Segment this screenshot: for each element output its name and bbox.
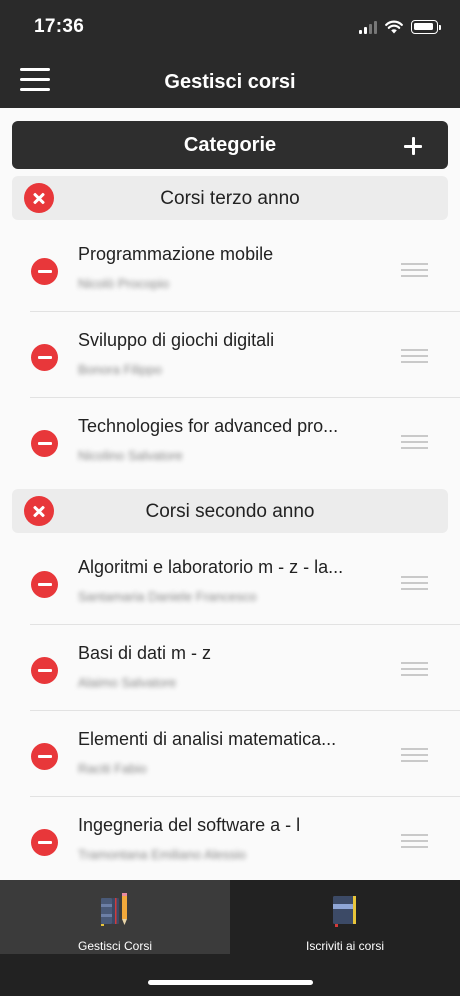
navigation-bar: Gestisci corsi	[0, 56, 460, 108]
course-row[interactable]: Technologies for advanced pro... Nicolin…	[0, 398, 460, 484]
tab-label: Gestisci Corsi	[77, 939, 152, 953]
course-row[interactable]: Basi di dati m - z Alaimo Salvatore	[0, 625, 460, 711]
drag-handle-icon[interactable]	[401, 662, 428, 676]
remove-course-icon[interactable]	[31, 430, 58, 457]
section-title: Corsi terzo anno	[160, 188, 300, 209]
course-management-list[interactable]: Categorie Corsi terzo anno Programmazion…	[0, 108, 460, 880]
remove-course-icon[interactable]	[31, 829, 58, 856]
course-teacher: Nicolino Salvatore	[78, 448, 183, 463]
course-name: Ingegneria del software a - l	[78, 815, 301, 835]
course-teacher: Santamaria Daniele Francesco	[78, 589, 257, 604]
add-category-icon[interactable]	[404, 137, 422, 155]
drag-handle-icon[interactable]	[401, 748, 428, 762]
section-header-secondo-anno: Corsi secondo anno	[12, 489, 448, 533]
course-teacher: Nicolò Procopio	[78, 276, 170, 291]
course-name: Sviluppo di giochi digitali	[78, 330, 275, 350]
course-row[interactable]: Algoritmi e laboratorio m - z - la... Sa…	[0, 539, 460, 625]
course-name: Programmazione mobile	[78, 244, 274, 264]
section-header-terzo-anno: Corsi terzo anno	[12, 176, 448, 220]
drag-handle-icon[interactable]	[401, 834, 428, 848]
drag-handle-icon[interactable]	[401, 435, 428, 449]
books-pencil-icon	[101, 893, 127, 926]
tab-gestisci-corsi[interactable]: Gestisci Corsi	[0, 880, 230, 954]
status-time: 17:36	[34, 16, 85, 37]
course-row[interactable]: Elementi di analisi matematica... Raciti…	[0, 711, 460, 797]
remove-course-icon[interactable]	[31, 258, 58, 285]
wifi-icon	[385, 20, 403, 34]
status-bar: 17:36	[0, 0, 460, 56]
course-row[interactable]: Sviluppo di giochi digitali Bonora Filip…	[0, 312, 460, 398]
course-teacher: Bonora Filippo	[78, 362, 162, 377]
course-teacher: Alaimo Salvatore	[78, 675, 177, 690]
section-title: Corsi secondo anno	[145, 501, 315, 522]
remove-course-icon[interactable]	[31, 657, 58, 684]
remove-course-icon[interactable]	[31, 743, 58, 770]
course-name: Elementi di analisi matematica...	[78, 729, 337, 749]
course-teacher: Raciti Fabio	[78, 761, 147, 776]
categories-header: Categorie	[12, 121, 448, 169]
status-icons	[359, 20, 441, 34]
page-title: Gestisci corsi	[164, 71, 296, 93]
tab-iscriviti-ai-corsi[interactable]: Iscriviti ai corsi	[230, 880, 460, 954]
drag-handle-icon[interactable]	[401, 263, 428, 277]
course-row[interactable]: Ingegneria del software a - l Tramontana…	[0, 797, 460, 880]
course-teacher: Tramontana Emiliano Alessio	[78, 847, 246, 862]
notebook-icon	[333, 896, 356, 927]
battery-icon	[411, 20, 441, 34]
cellular-signal-icon	[359, 20, 377, 34]
home-indicator[interactable]	[148, 980, 313, 985]
remove-course-icon[interactable]	[31, 344, 58, 371]
course-name: Basi di dati m - z	[78, 643, 212, 663]
tab-bar: Gestisci Corsi Iscriviti ai corsi	[0, 880, 460, 954]
course-row[interactable]: Programmazione mobile Nicolò Procopio	[0, 226, 460, 312]
drag-handle-icon[interactable]	[401, 349, 428, 363]
course-name: Algoritmi e laboratorio m - z - la...	[78, 557, 344, 577]
home-indicator-area	[0, 954, 460, 996]
categories-title: Categorie	[183, 134, 277, 156]
tab-label: Iscriviti ai corsi	[305, 939, 384, 953]
course-name: Technologies for advanced pro...	[78, 416, 339, 436]
drag-handle-icon[interactable]	[401, 576, 428, 590]
remove-course-icon[interactable]	[31, 571, 58, 598]
